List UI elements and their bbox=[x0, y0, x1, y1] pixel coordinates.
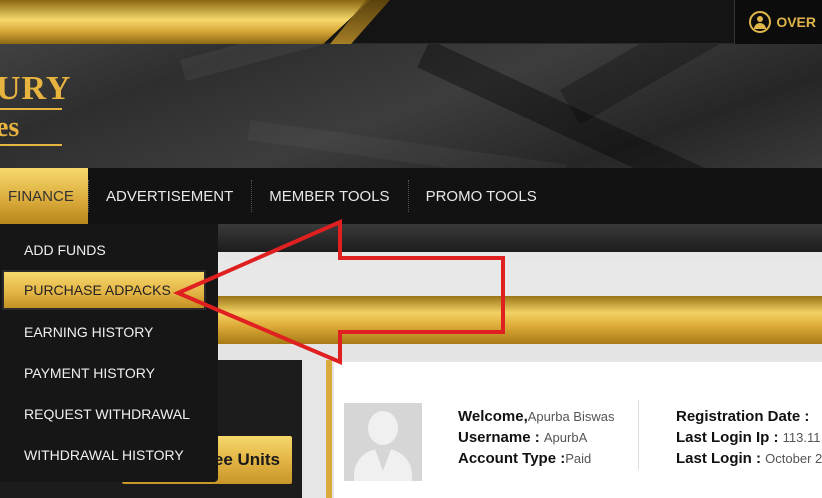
main-nav: FINANCE ADVERTISEMENT MEMBER TOOLS PROMO… bbox=[0, 168, 822, 224]
registration-row: Registration Date : bbox=[676, 408, 809, 425]
city-backdrop bbox=[218, 224, 822, 252]
username-row: Username : ApurbA bbox=[458, 429, 587, 446]
overview-link[interactable]: OVER bbox=[734, 0, 822, 44]
account-type-row: Account Type :Paid bbox=[458, 450, 591, 467]
gold-accent-bar bbox=[326, 360, 332, 498]
menu-item-earning-history[interactable]: EARNING HISTORY bbox=[0, 312, 218, 352]
last-login-label: Last Login : bbox=[676, 450, 761, 467]
overview-label: OVER bbox=[776, 14, 816, 30]
account-type-value: Paid bbox=[565, 451, 592, 466]
last-ip-value: 113.11 bbox=[782, 430, 821, 445]
username-value: ApurbA bbox=[543, 430, 588, 445]
gold-ribbon-decoration bbox=[0, 0, 370, 44]
last-ip-row: Last Login Ip : 113.11 bbox=[676, 429, 821, 446]
welcome-value: Apurba Biswas bbox=[527, 409, 615, 424]
menu-item-request-withdrawal[interactable]: REQUEST WITHDRAWAL bbox=[0, 394, 218, 434]
registration-label: Registration Date : bbox=[676, 408, 810, 425]
last-ip-label: Last Login Ip : bbox=[676, 429, 779, 446]
menu-item-purchase-adpacks[interactable]: PURCHASE ADPACKS bbox=[2, 270, 206, 310]
logo-text-line2[interactable]: es bbox=[0, 112, 19, 144]
menu-item-add-funds[interactable]: ADD FUNDS bbox=[0, 230, 218, 270]
menu-item-payment-history[interactable]: PAYMENT HISTORY bbox=[0, 353, 218, 393]
nav-item-promo-tools[interactable]: PROMO TOOLS bbox=[407, 168, 555, 224]
user-circle-icon bbox=[749, 11, 772, 33]
logo-underline bbox=[0, 108, 62, 110]
nav-item-member-tools[interactable]: MEMBER TOOLS bbox=[251, 168, 407, 224]
nav-item-finance[interactable]: FINANCE bbox=[0, 168, 88, 224]
menu-item-withdrawal-history[interactable]: WITHDRAWAL HISTORY bbox=[0, 435, 218, 475]
welcome-row: Welcome,Apurba Biswas bbox=[458, 408, 614, 425]
account-type-label: Account Type : bbox=[458, 450, 566, 467]
username-label: Username : bbox=[458, 429, 540, 446]
avatar bbox=[344, 403, 422, 481]
logo-underline-2 bbox=[0, 144, 62, 146]
profile-divider bbox=[638, 400, 639, 470]
content-top-area bbox=[218, 260, 822, 296]
last-login-row: Last Login : October 2 bbox=[676, 450, 822, 467]
last-login-value: October 2 bbox=[765, 451, 822, 466]
welcome-label: Welcome, bbox=[458, 408, 528, 425]
nav-item-advertisement[interactable]: ADVERTISEMENT bbox=[88, 168, 251, 224]
logo-text-line1[interactable]: URY bbox=[0, 70, 71, 108]
finance-dropdown-menu: ADD FUNDS PURCHASE ADPACKS EARNING HISTO… bbox=[0, 224, 218, 482]
